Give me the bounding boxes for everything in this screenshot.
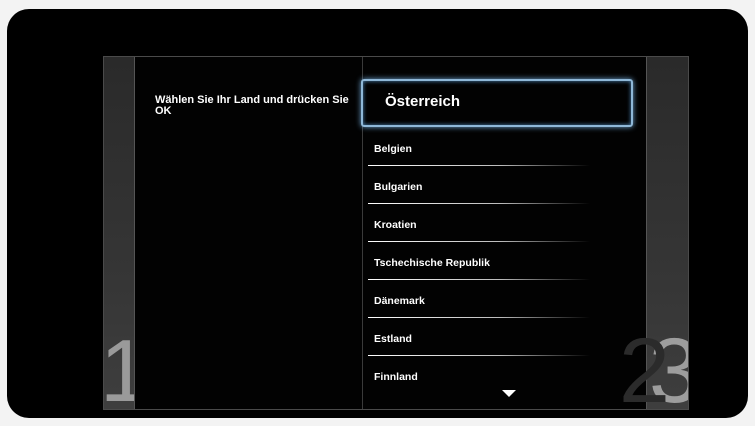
country-label: Dänemark (374, 295, 425, 307)
list-separator (368, 203, 590, 204)
chevron-down-icon[interactable] (502, 390, 516, 397)
instruction-text: Wählen Sie Ihr Land und drücken Sie OK (155, 94, 349, 117)
country-item-kroatien[interactable]: Kroatien (364, 206, 634, 244)
tv-frame: 1 Wählen Sie Ihr Land und drücken Sie OK… (7, 9, 748, 418)
country-label: Kroatien (374, 219, 417, 231)
list-separator (368, 241, 590, 242)
country-item-belgien[interactable]: Belgien (364, 130, 634, 168)
list-separator (368, 317, 590, 318)
list-separator (368, 355, 590, 356)
setup-wizard-screen: 1 Wählen Sie Ihr Land und drücken Sie OK… (103, 56, 689, 417)
country-list[interactable]: Österreich Belgien Bulgarien Kroatien Ts… (361, 79, 634, 396)
list-separator (368, 165, 590, 166)
country-item-finnland[interactable]: Finnland (364, 358, 634, 396)
step-number-2: 2 (618, 320, 670, 418)
country-item-oesterreich[interactable]: Österreich (361, 79, 633, 127)
country-label: Bulgarien (374, 181, 423, 193)
list-separator (368, 279, 590, 280)
country-item-bulgarien[interactable]: Bulgarien (364, 168, 634, 206)
country-label: Österreich (385, 93, 461, 110)
country-item-daenemark[interactable]: Dänemark (364, 282, 634, 320)
country-label: Estland (374, 333, 412, 345)
country-label: Belgien (374, 143, 412, 155)
step-number-1: 1 (104, 327, 134, 410)
country-label: Tschechische Republik (374, 257, 490, 269)
country-item-tschechische-republik[interactable]: Tschechische Republik (364, 244, 634, 282)
country-label: Finnland (374, 371, 418, 383)
country-item-estland[interactable]: Estland (364, 320, 634, 358)
step-panel-left: 1 (104, 57, 135, 409)
